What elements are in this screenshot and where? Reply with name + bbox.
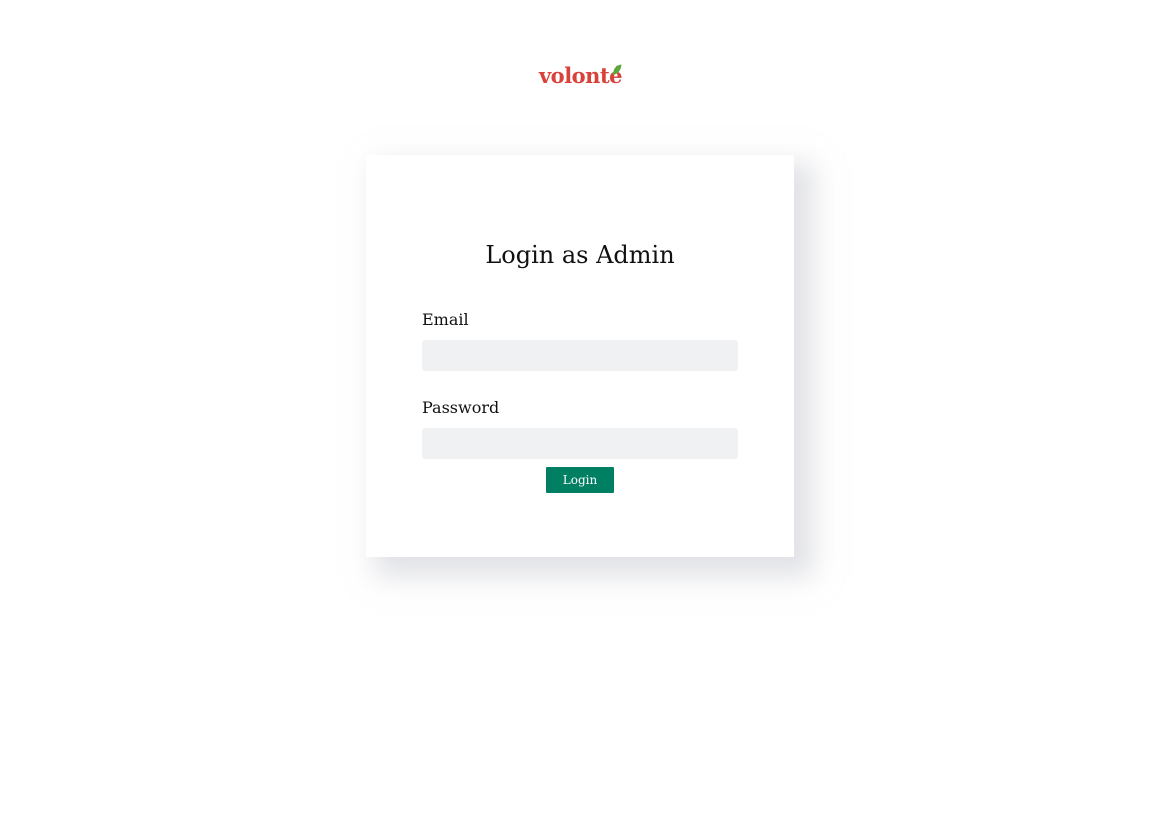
logo-text: volonté bbox=[538, 63, 623, 88]
email-label: Email bbox=[422, 310, 469, 329]
logo-mark: volonté bbox=[538, 62, 623, 90]
login-title: Login as Admin bbox=[485, 241, 675, 269]
password-label: Password bbox=[422, 398, 500, 417]
password-field[interactable] bbox=[422, 428, 738, 459]
logo: volonté bbox=[0, 62, 1161, 90]
login-button[interactable]: Login bbox=[546, 467, 614, 493]
login-card: Login as Admin Email Password Login bbox=[366, 155, 794, 557]
login-page: volonté Login as Admin Email Password Lo… bbox=[0, 0, 1161, 840]
email-field[interactable] bbox=[422, 340, 738, 371]
leaf-icon bbox=[613, 64, 622, 75]
